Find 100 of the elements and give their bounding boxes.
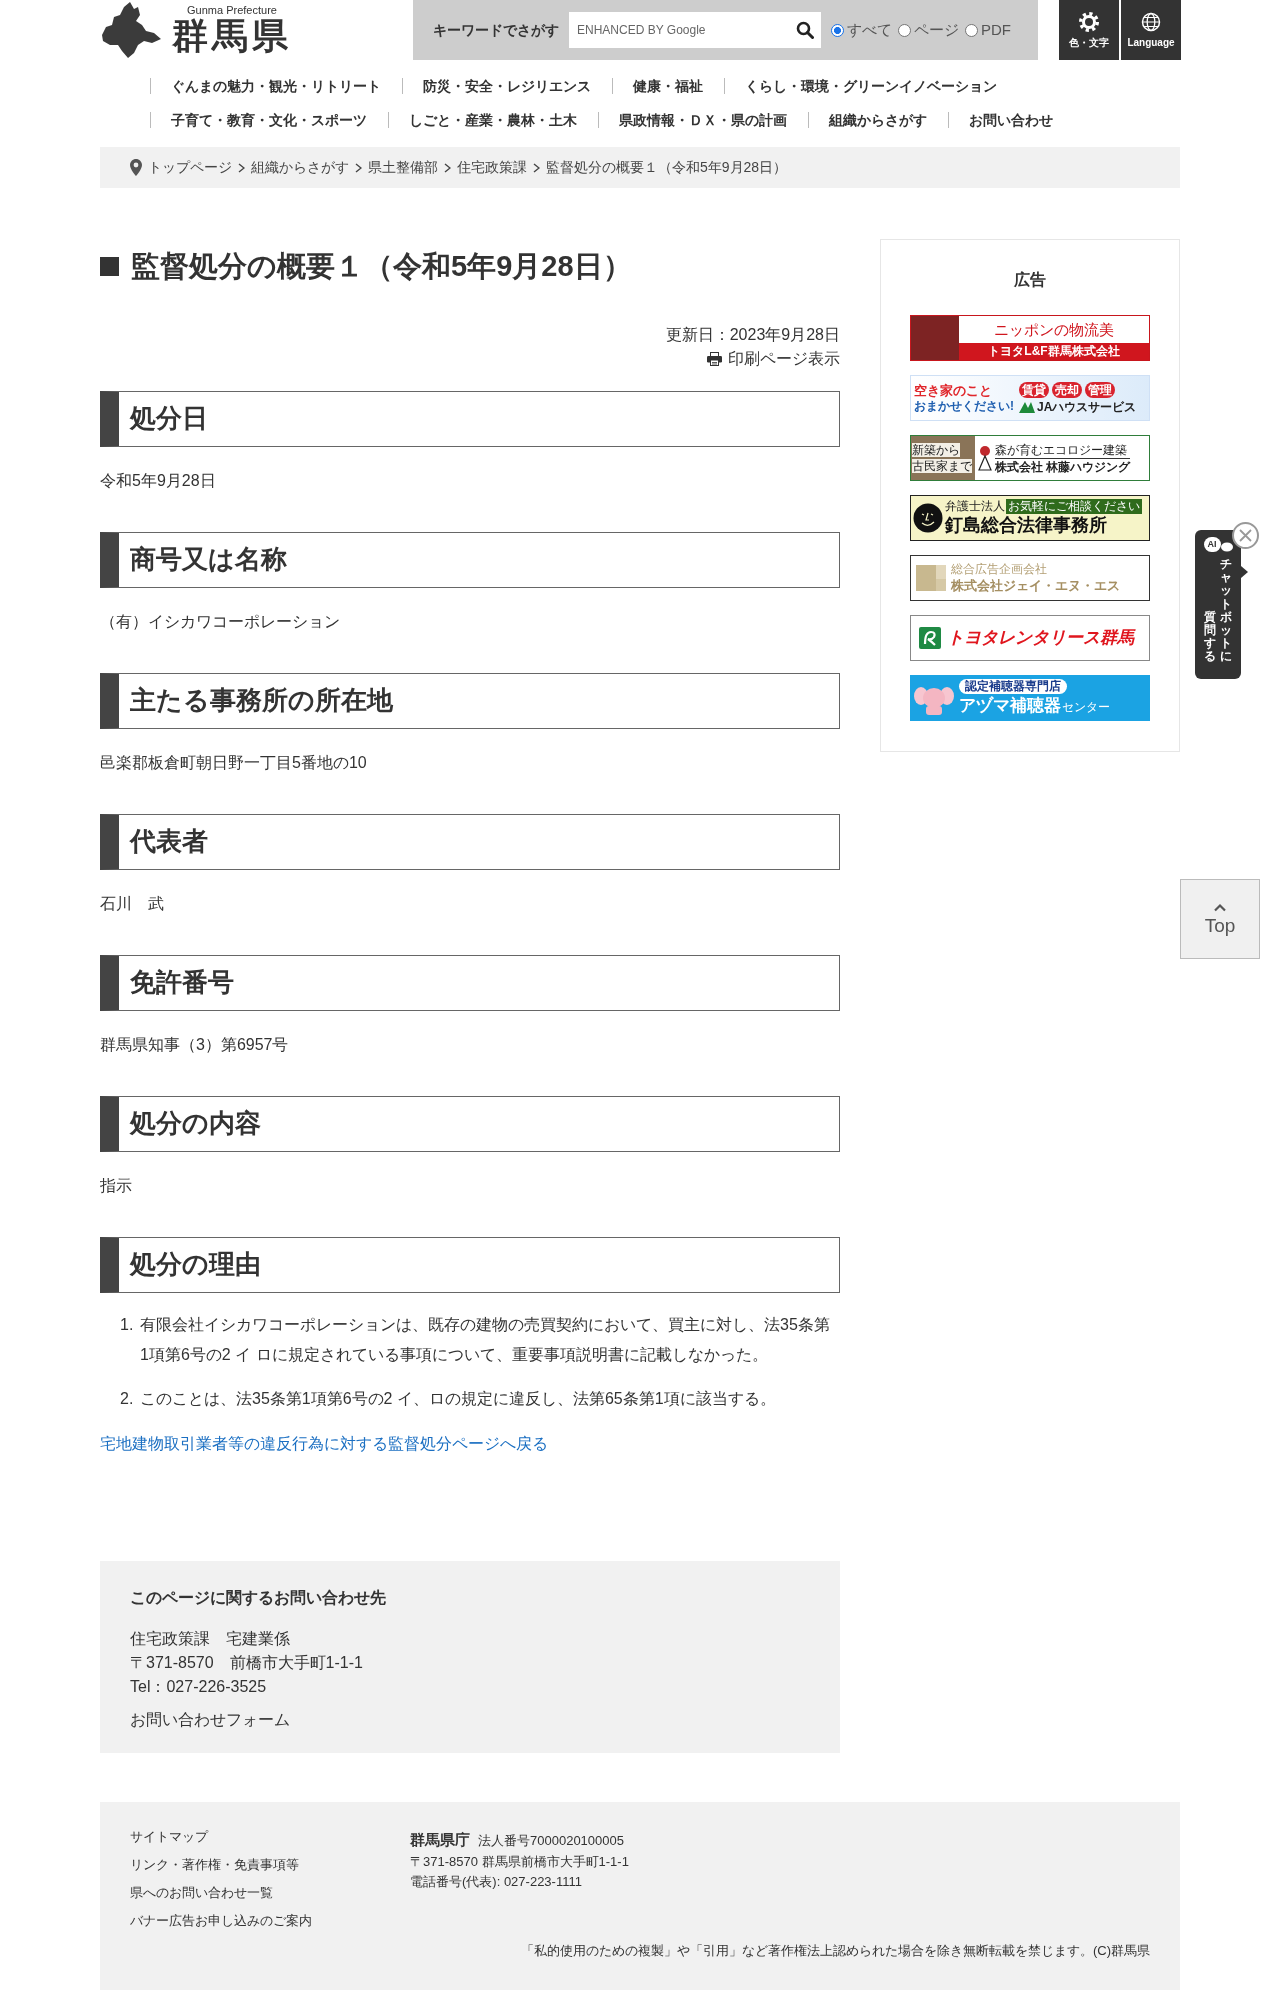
- logo-icon: [919, 627, 941, 649]
- section-heading: 処分の内容: [100, 1096, 840, 1152]
- section-heading: 処分の理由: [100, 1237, 840, 1293]
- footer-link[interactable]: サイトマップ: [130, 1823, 208, 1851]
- close-icon[interactable]: [1232, 522, 1259, 549]
- section-text: 石川 武: [100, 894, 165, 914]
- square-tiles-logo-icon: [916, 565, 946, 591]
- banner-slogan: お気軽にご相談ください: [1006, 499, 1142, 514]
- banner-tag: 売却: [1052, 381, 1082, 398]
- pointer-icon: [1241, 566, 1248, 578]
- breadcrumb-link[interactable]: 住宅政策課: [457, 157, 527, 178]
- display-settings-button[interactable]: 色・文字: [1059, 0, 1119, 60]
- banner-slogan: 空き家のこと: [914, 382, 993, 399]
- search-icon[interactable]: [796, 21, 814, 39]
- organization-name: 群馬県庁: [410, 1831, 470, 1848]
- nav-link[interactable]: ぐんまの魅力・観光・リトリート: [150, 78, 402, 94]
- banner-tag: 認定補聴器専門店: [959, 679, 1067, 694]
- breadcrumb-link[interactable]: トップページ: [148, 157, 232, 178]
- footer-link[interactable]: バナー広告お申し込みのご案内: [130, 1907, 312, 1935]
- banner-company-name: トヨタレンタリース群馬: [947, 627, 1134, 649]
- nav-link[interactable]: しごと・産業・農林・土木: [388, 112, 598, 128]
- radio-button[interactable]: [898, 23, 911, 37]
- logo-title[interactable]: 群馬県: [172, 16, 292, 56]
- scope-radio-option[interactable]: すべて: [831, 18, 892, 42]
- printer-icon: [707, 352, 722, 366]
- caret-up-icon: [1213, 903, 1227, 912]
- ad-heading: 広告: [1014, 270, 1046, 290]
- section-heading: 免許番号: [100, 955, 840, 1011]
- banner-company-name: トヨタL&F群馬株式会社: [959, 343, 1149, 360]
- banner-company-name: 釘島総合法律事務所: [945, 514, 1108, 537]
- banner-slogan: 森が育むエコロジー建築: [995, 441, 1131, 459]
- banner-tag: 管理: [1085, 381, 1115, 398]
- banner-company-name: 株式会社ジェイ・エヌ・エス: [951, 576, 1120, 595]
- nav-link[interactable]: 防災・安全・レジリエンス: [402, 78, 612, 94]
- section-text: 邑楽郡板倉町朝日野一丁目5番地の10: [100, 753, 368, 773]
- ad-banner[interactable]: 新築から 古民家まで 森が育むエコロジー建築 株式会社 林藤ハウジング: [910, 435, 1150, 481]
- list-text: 有限会社イシカワコーポレーションは、既存の建物の売買契約において、買主に対し、法35条第1項第6号の2 イ ロに規定されている事項について、重要事項説明書に記載しなかった。: [140, 1315, 830, 1365]
- breadcrumb-link[interactable]: 組織からさがす: [251, 157, 349, 178]
- tree-logo-icon: [978, 445, 992, 471]
- contact-title: このページに関するお問い合わせ先: [130, 1588, 387, 1608]
- ad-banner[interactable]: 空き家のこと おまかせください! 賃貸 売却 管理 JAハウスサービス: [910, 375, 1150, 421]
- banner-slogan: おまかせください!: [914, 399, 1014, 414]
- chevron-right-icon: [355, 162, 362, 173]
- search-label: キーワードでさがす: [433, 20, 559, 40]
- nav-link[interactable]: くらし・環境・グリーンイノベーション: [724, 78, 1018, 94]
- page-title: 監督処分の概要１（令和5年9月28日）: [131, 249, 632, 284]
- section-text: （有）イシカワコーポレーション: [100, 612, 341, 632]
- banner-text: 総合広告企画会社: [951, 561, 1048, 577]
- location-pin-icon: [130, 159, 142, 176]
- contact-line: 住宅政策課 宅建業係: [130, 1629, 291, 1649]
- nav-link[interactable]: 県政情報・ＤＸ・県の計画: [598, 112, 808, 128]
- chevron-right-icon: [238, 162, 245, 173]
- ad-banner[interactable]: 弁護士法人 お気軽にご相談ください 釘島総合法律事務所: [910, 495, 1150, 541]
- section-text: 令和5年9月28日: [100, 471, 217, 491]
- banner-company-name: アヅマ補聴器: [959, 695, 1061, 717]
- list-number: 1.: [120, 1315, 135, 1335]
- square-bullet-icon: [100, 256, 119, 276]
- section-heading: 処分日: [100, 391, 840, 447]
- banner-tag: 賃貸: [1019, 381, 1049, 398]
- section-text: 指示: [100, 1176, 133, 1196]
- scope-radio-option[interactable]: ページ: [898, 18, 959, 42]
- section-heading: 主たる事務所の所在地: [100, 673, 840, 729]
- footer-link[interactable]: 県へのお問い合わせ一覧: [130, 1879, 273, 1907]
- nav-link[interactable]: 健康・福祉: [612, 78, 724, 94]
- map-silhouette-icon[interactable]: [100, 1, 162, 59]
- radio-button[interactable]: [965, 23, 978, 37]
- chevron-right-icon: [444, 162, 451, 173]
- radio-button[interactable]: [831, 23, 844, 37]
- breadcrumb-link[interactable]: 県土整備部: [368, 157, 438, 178]
- scope-radio-option[interactable]: PDF: [965, 18, 1011, 42]
- ad-banner[interactable]: 認定補聴器専門店 アヅマ補聴器センター: [910, 675, 1150, 721]
- chat-bubble-icon: [1220, 542, 1233, 552]
- corporate-number: 法人番号7000020100005: [478, 1833, 624, 1848]
- face-icon: [913, 503, 943, 533]
- section-heading: 代表者: [100, 814, 840, 870]
- ai-badge: AI: [1203, 537, 1221, 552]
- language-button[interactable]: Language: [1121, 0, 1181, 60]
- section-heading: 商号又は名称: [100, 532, 840, 588]
- updated-date: 更新日：2023年9月28日: [664, 325, 840, 345]
- breadcrumb-current: 監督処分の概要１（令和5年9月28日）: [546, 158, 788, 177]
- section-text: 群馬県知事（3）第6957号: [100, 1035, 290, 1055]
- contact-line: 〒371-8570 前橋市大手町1-1-1: [130, 1653, 364, 1673]
- print-link[interactable]: 印刷ページ表示: [707, 347, 840, 371]
- nav-link[interactable]: 組織からさがす: [808, 112, 948, 128]
- mountain-logo-icon: [1019, 401, 1035, 413]
- back-link[interactable]: 宅地建物取引業者等の違反行為に対する監督処分ページへ戻る: [100, 1435, 548, 1452]
- footer-link[interactable]: リンク・著作権・免責事項等: [130, 1851, 299, 1879]
- search-field[interactable]: ENHANCED BY Google: [569, 12, 821, 48]
- ad-banner[interactable]: トヨタレンタリース群馬: [910, 615, 1150, 661]
- banner-text: 弁護士法人: [945, 499, 1005, 514]
- contact-form-link[interactable]: お問い合わせフォーム: [130, 1708, 290, 1732]
- copyright-text: 「私的使用のための複製」や「引用」など著作権法上認められた場合を除き無断転載を禁じます。(C)群馬県: [519, 1942, 1150, 1960]
- back-to-top-button[interactable]: Top: [1180, 879, 1260, 959]
- footer-address: 〒371-8570 群馬県前橋市大手町1-1-1: [410, 1852, 629, 1871]
- ad-banner[interactable]: ニッポンの物流美 トヨタL&F群馬株式会社: [910, 315, 1150, 361]
- chatbot-button[interactable]: AI 質問する チャットボットに: [1195, 530, 1241, 679]
- nav-link[interactable]: お問い合わせ: [948, 112, 1074, 128]
- gear-icon: [1079, 12, 1099, 32]
- nav-link[interactable]: 子育て・教育・文化・スポーツ: [150, 112, 388, 128]
- banner-text: 新築から: [912, 443, 960, 457]
